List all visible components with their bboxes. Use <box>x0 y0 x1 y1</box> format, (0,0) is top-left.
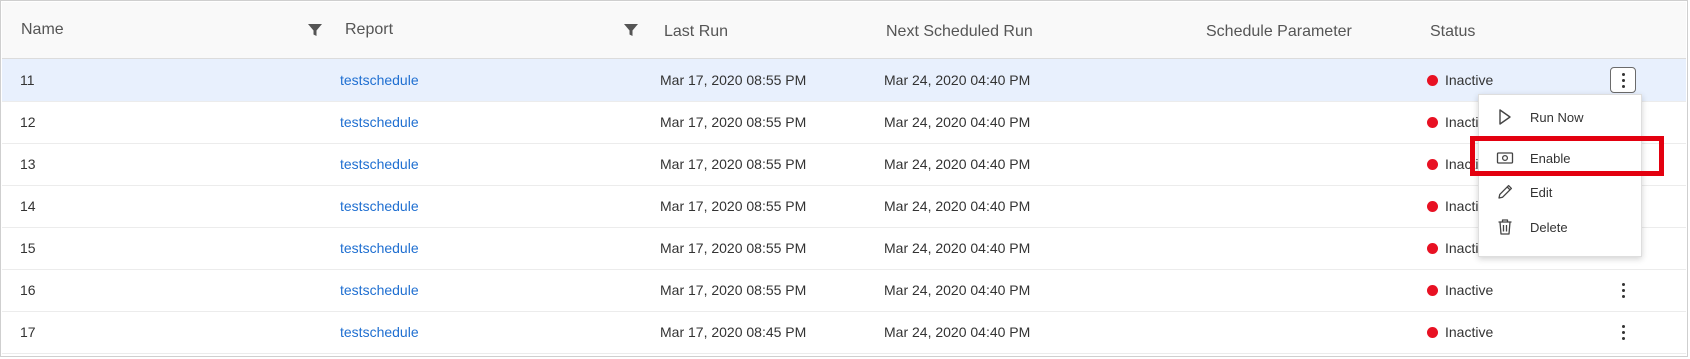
cell-name: 11 <box>20 72 35 88</box>
cell-name: 16 <box>20 282 36 298</box>
report-link[interactable]: testschedule <box>340 227 419 269</box>
status-cell: Inactive <box>1427 311 1493 353</box>
menu-item-enable[interactable]: Enable <box>1479 141 1641 175</box>
column-header-name[interactable]: Name <box>21 2 64 58</box>
menu-item-edit[interactable]: Edit <box>1479 175 1641 209</box>
menu-item-label: Edit <box>1530 184 1553 200</box>
table-header: Name Report Last Run Next Scheduled Run … <box>2 2 1686 59</box>
report-link[interactable]: testschedule <box>340 59 419 101</box>
status-dot-icon <box>1427 284 1438 296</box>
column-header-status[interactable]: Status <box>1430 4 1475 60</box>
column-header-schedule-parameter[interactable]: Schedule Parameter <box>1206 4 1352 60</box>
cell-last-run: Mar 17, 2020 08:55 PM <box>660 156 807 172</box>
status-dot-icon <box>1427 74 1438 86</box>
table-row[interactable]: 14 testschedule Mar 17, 2020 08:55 PM Ma… <box>2 185 1686 228</box>
pencil-icon <box>1495 182 1515 202</box>
status-label: Inactive <box>1445 282 1494 298</box>
filter-icon[interactable] <box>307 22 323 38</box>
report-link[interactable]: testschedule <box>340 185 419 227</box>
table-row[interactable]: 13 testschedule Mar 17, 2020 08:55 PM Ma… <box>2 143 1686 186</box>
column-header-last-run[interactable]: Last Run <box>664 4 728 60</box>
cell-last-run: Mar 17, 2020 08:55 PM <box>660 72 807 88</box>
cell-next-run: Mar 24, 2020 04:40 PM <box>884 114 1031 130</box>
status-dot-icon <box>1427 242 1438 254</box>
trash-icon <box>1495 217 1515 237</box>
menu-item-run-now[interactable]: Run Now <box>1479 100 1641 134</box>
cell-name: 13 <box>20 156 36 172</box>
cell-next-run: Mar 24, 2020 04:40 PM <box>884 156 1031 172</box>
more-vertical-icon[interactable] <box>1610 277 1636 303</box>
table-row[interactable]: 17 testschedule Mar 17, 2020 08:45 PM Ma… <box>2 311 1686 354</box>
column-header-next-run[interactable]: Next Scheduled Run <box>886 4 1033 60</box>
report-link[interactable]: testschedule <box>340 269 419 311</box>
cell-last-run: Mar 17, 2020 08:45 PM <box>660 324 807 340</box>
report-link[interactable]: testschedule <box>340 101 419 143</box>
status-dot-icon <box>1427 200 1438 212</box>
column-header-report[interactable]: Report <box>345 2 393 58</box>
report-link[interactable]: testschedule <box>340 143 419 185</box>
play-icon <box>1495 107 1515 127</box>
cell-name: 17 <box>20 324 36 340</box>
table-row[interactable]: 11 testschedule Mar 17, 2020 08:55 PM Ma… <box>2 59 1686 102</box>
cell-next-run: Mar 24, 2020 04:40 PM <box>884 282 1031 298</box>
status-label: Inactive <box>1445 72 1494 88</box>
more-vertical-icon[interactable] <box>1610 67 1636 93</box>
cell-next-run: Mar 24, 2020 04:40 PM <box>884 72 1031 88</box>
table-row[interactable]: 12 testschedule Mar 17, 2020 08:55 PM Ma… <box>2 101 1686 144</box>
cell-name: 12 <box>20 114 36 130</box>
status-dot-icon <box>1427 158 1438 170</box>
status-cell: Inactive <box>1427 269 1493 311</box>
row-context-menu: Run Now Enable Edit Delete <box>1478 94 1642 257</box>
cell-name: 14 <box>20 198 36 214</box>
cell-last-run: Mar 17, 2020 08:55 PM <box>660 198 807 214</box>
status-dot-icon <box>1427 326 1438 338</box>
cell-last-run: Mar 17, 2020 08:55 PM <box>660 114 807 130</box>
schedules-table: Name Report Last Run Next Scheduled Run … <box>0 0 1688 357</box>
cell-last-run: Mar 17, 2020 08:55 PM <box>660 240 807 256</box>
status-label: Inactive <box>1445 324 1494 340</box>
menu-item-label: Run Now <box>1530 109 1584 125</box>
report-link[interactable]: testschedule <box>340 311 419 353</box>
table-row[interactable]: 15 testschedule Mar 17, 2020 08:55 PM Ma… <box>2 227 1686 270</box>
status-dot-icon <box>1427 116 1438 128</box>
menu-item-delete[interactable]: Delete <box>1479 210 1641 244</box>
table-row[interactable]: 16 testschedule Mar 17, 2020 08:55 PM Ma… <box>2 269 1686 312</box>
cell-last-run: Mar 17, 2020 08:55 PM <box>660 282 807 298</box>
menu-item-label: Delete <box>1530 219 1568 235</box>
filter-icon[interactable] <box>623 22 639 38</box>
cell-next-run: Mar 24, 2020 04:40 PM <box>884 198 1031 214</box>
enable-icon <box>1495 148 1515 168</box>
more-vertical-icon[interactable] <box>1610 319 1636 345</box>
cell-next-run: Mar 24, 2020 04:40 PM <box>884 324 1031 340</box>
cell-name: 15 <box>20 240 36 256</box>
menu-item-label: Enable <box>1530 150 1571 166</box>
cell-next-run: Mar 24, 2020 04:40 PM <box>884 240 1031 256</box>
